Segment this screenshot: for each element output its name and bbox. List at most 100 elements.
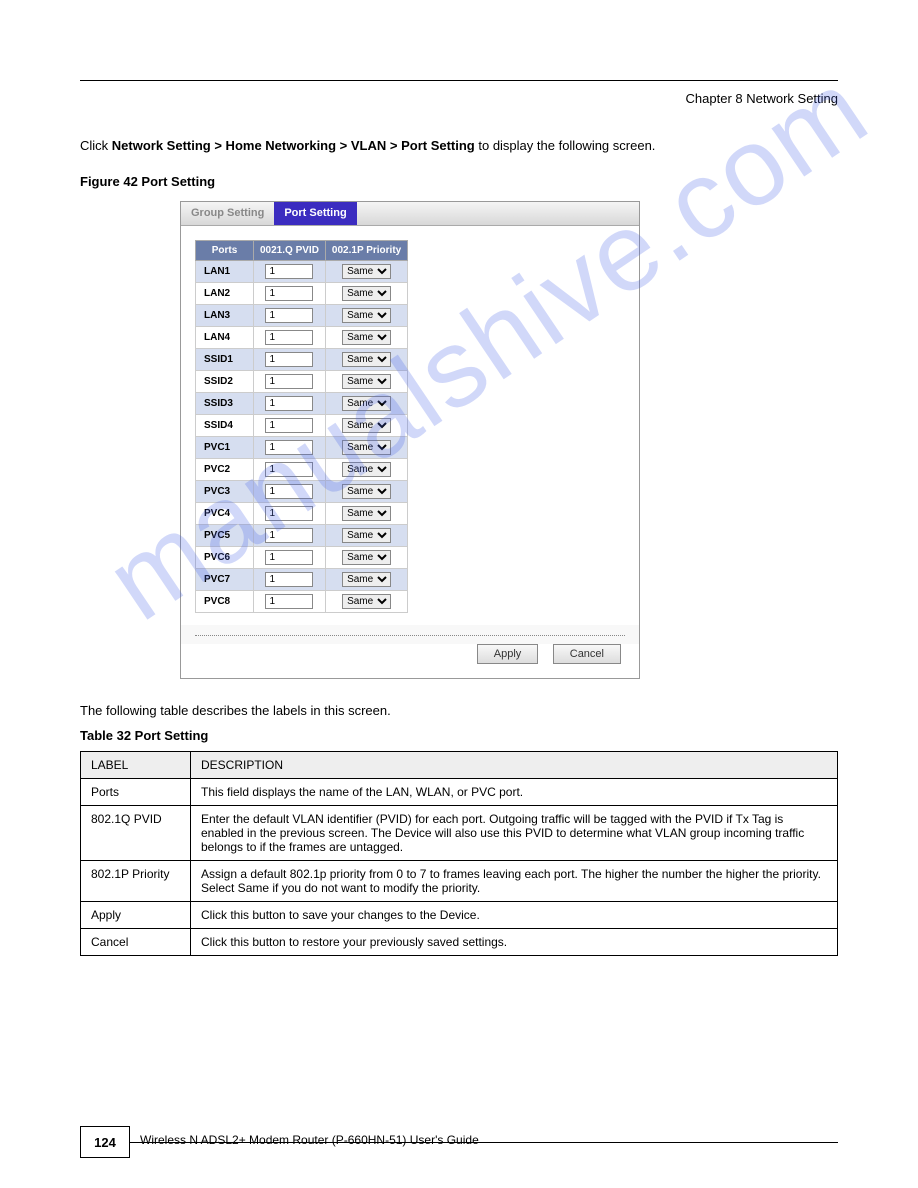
priority-select[interactable]: Same [342,550,391,565]
priority-cell: Same [325,458,407,480]
figure-title: Figure 42 Port Setting [80,174,838,189]
pvid-cell [254,480,326,502]
pvid-input[interactable] [265,374,313,389]
priority-select[interactable]: Same [342,286,391,301]
priority-select[interactable]: Same [342,484,391,499]
pvid-input[interactable] [265,462,313,477]
priority-select[interactable]: Same [342,528,391,543]
port-name: PVC5 [196,524,254,546]
pvid-input[interactable] [265,352,313,367]
pvid-input[interactable] [265,286,313,301]
table-row: PVC8 Same [196,590,408,612]
priority-select[interactable]: Same [342,572,391,587]
pvid-input[interactable] [265,484,313,499]
desc-label: Ports [81,778,191,805]
desc-row: 802.1P PriorityAssign a default 802.1p p… [81,860,838,901]
tab-group-setting[interactable]: Group Setting [181,202,274,225]
port-name: PVC1 [196,436,254,458]
pvid-cell [254,524,326,546]
pvid-cell [254,282,326,304]
priority-cell: Same [325,282,407,304]
priority-cell: Same [325,436,407,458]
port-name: PVC7 [196,568,254,590]
pvid-input[interactable] [265,440,313,455]
table-title: Table 32 Port Setting [80,728,838,743]
pvid-cell [254,370,326,392]
separator [195,635,625,636]
desc-head-desc: DESCRIPTION [191,751,838,778]
desc-row: CancelClick this button to restore your … [81,928,838,955]
pvid-input[interactable] [265,550,313,565]
priority-cell: Same [325,590,407,612]
pvid-input[interactable] [265,418,313,433]
priority-select[interactable]: Same [342,308,391,323]
port-name: LAN4 [196,326,254,348]
pvid-input[interactable] [265,572,313,587]
desc-row: 802.1Q PVIDEnter the default VLAN identi… [81,805,838,860]
priority-select[interactable]: Same [342,418,391,433]
priority-cell: Same [325,326,407,348]
pvid-input[interactable] [265,506,313,521]
cancel-button[interactable]: Cancel [553,644,621,664]
port-name: PVC6 [196,546,254,568]
table-row: PVC3Same [196,480,408,502]
table-row: PVC7 Same [196,568,408,590]
port-setting-table: Ports 0021.Q PVID 002.1P Priority LAN1Sa… [195,240,408,613]
desc-label: Apply [81,901,191,928]
pvid-cell [254,392,326,414]
port-name: PVC2 [196,458,254,480]
pvid-cell [254,326,326,348]
footer: 124 Wireless N ADSL2+ Modem Router (P-66… [80,1126,838,1158]
port-name: LAN3 [196,304,254,326]
description-intro: The following table describes the labels… [80,703,838,718]
apply-button[interactable]: Apply [477,644,539,664]
intro-post: to display the following screen. [475,138,656,153]
table-row: SSID1 Same [196,348,408,370]
footer-guide: Wireless N ADSL2+ Modem Router (P-660HN-… [140,1127,838,1147]
pvid-input[interactable] [265,308,313,323]
priority-cell: Same [325,480,407,502]
table-row: SSID3Same [196,392,408,414]
port-name: PVC8 [196,590,254,612]
pvid-cell [254,568,326,590]
pvid-cell [254,436,326,458]
tab-port-setting[interactable]: Port Setting [274,202,356,225]
pvid-cell [254,304,326,326]
pvid-input[interactable] [265,330,313,345]
priority-select[interactable]: Same [342,594,391,609]
table-row: LAN2Same [196,282,408,304]
desc-head-label: LABEL [81,751,191,778]
desc-text: Enter the default VLAN identifier (PVID)… [191,805,838,860]
priority-select[interactable]: Same [342,330,391,345]
priority-select[interactable]: Same [342,506,391,521]
priority-select[interactable]: Same [342,352,391,367]
desc-text: Assign a default 802.1p priority from 0 … [191,860,838,901]
desc-label: 802.1Q PVID [81,805,191,860]
port-name: LAN1 [196,260,254,282]
desc-text: This field displays the name of the LAN,… [191,778,838,805]
priority-cell: Same [325,392,407,414]
table-row: PVC6 Same [196,546,408,568]
table-row: PVC2 Same [196,458,408,480]
pvid-input[interactable] [265,528,313,543]
pvid-cell [254,414,326,436]
priority-cell: Same [325,568,407,590]
priority-select[interactable]: Same [342,440,391,455]
priority-select[interactable]: Same [342,462,391,477]
port-name: SSID4 [196,414,254,436]
priority-select[interactable]: Same [342,264,391,279]
pvid-input[interactable] [265,264,313,279]
pvid-input[interactable] [265,594,313,609]
chapter-header: Chapter 8 Network Setting [80,91,838,106]
pvid-cell [254,260,326,282]
col-ports: Ports [196,240,254,260]
table-row: LAN3 Same [196,304,408,326]
priority-select[interactable]: Same [342,374,391,389]
port-name: SSID1 [196,348,254,370]
intro-pre: Click [80,138,112,153]
pvid-input[interactable] [265,396,313,411]
config-panel: Group Setting Port Setting Ports 0021.Q … [180,201,640,679]
priority-cell: Same [325,370,407,392]
pvid-cell [254,546,326,568]
priority-select[interactable]: Same [342,396,391,411]
